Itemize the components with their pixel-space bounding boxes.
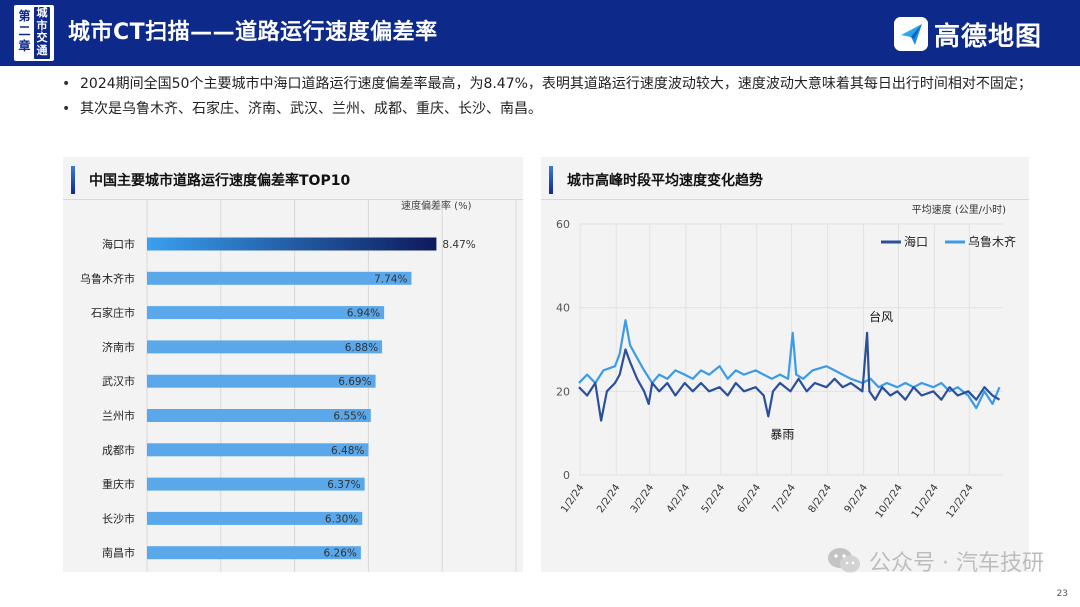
x-tick-label: 5/2/24 <box>700 482 727 515</box>
value-label: 6.94% <box>347 308 380 320</box>
page-number: 23 <box>1056 589 1068 599</box>
x-tick-label: 11/2/24 <box>910 482 941 520</box>
x-tick-label: 12/2/24 <box>945 482 976 520</box>
value-label: 6.55% <box>333 411 366 423</box>
x-tick-label: 1/2/24 <box>559 482 586 515</box>
legend-label: 海口 <box>904 234 928 249</box>
y-axis-label: 平均速度 (公里/小时) <box>912 203 1006 216</box>
category-label: 兰州市 <box>102 409 135 423</box>
category-label: 长沙市 <box>102 511 135 525</box>
y-tick-label: 40 <box>556 302 570 315</box>
bar-chart: 速度偏差率 (%) 海口市 8.47% 乌鲁木齐市 7.74% 石家庄市 6.94% 济南市 6… <box>80 200 517 572</box>
x-tick-label: 8/2/24 <box>807 482 834 515</box>
wechat-icon <box>827 547 861 575</box>
category-label: 济南市 <box>102 340 135 354</box>
value-label: 6.37% <box>327 479 360 491</box>
line-chart-title-text: 城市高峰时段平均速度变化趋势 <box>567 173 763 189</box>
line-chart-title: 城市高峰时段平均速度变化趋势 <box>549 165 763 195</box>
page-title: 城市CT扫描——道路运行速度偏差率 <box>68 20 438 45</box>
y-tick-label: 0 <box>563 469 570 482</box>
logo: 高德地图 <box>893 14 1042 54</box>
x-tick-label: 4/2/24 <box>665 482 692 515</box>
logo-text: 高德地图 <box>933 21 1042 52</box>
x-tick-label: 3/2/24 <box>629 482 656 515</box>
bar <box>147 237 437 251</box>
header: 第二章 城市交通 城市CT扫描——道路运行速度偏差率 高德地图 <box>0 0 1080 66</box>
line-chart: 0 20 40 60 平均速度 (公里/小时) 1/2/24 2/2/24 3/2/24 4/2… <box>556 203 1016 520</box>
category-label: 成都市 <box>102 443 135 457</box>
category-label: 重庆市 <box>102 477 135 491</box>
bar-chart-panel: 中国主要城市道路运行速度偏差率TOP10 速度偏差率 (%) 海口市 8.47% 乌鲁… <box>63 157 523 572</box>
x-tick-label: 2/2/24 <box>595 482 622 515</box>
annotation-label: 暴雨 <box>770 427 794 441</box>
value-label: 6.30% <box>325 513 358 525</box>
x-tick-label: 10/2/24 <box>874 482 905 520</box>
category-label: 乌鲁木齐市 <box>80 271 135 285</box>
chapter-tag: 第二章 城市交通 <box>14 5 54 61</box>
watermark-text: 公众号 · 汽车技研 <box>869 551 1044 576</box>
value-label: 7.74% <box>374 273 407 285</box>
x-tick-label: 9/2/24 <box>843 482 870 515</box>
bar-chart-title-text: 中国主要城市道路运行速度偏差率TOP10 <box>89 173 351 189</box>
value-label: 6.48% <box>331 445 364 457</box>
chapter-label: 第二章 <box>18 9 31 53</box>
category-label: 武汉市 <box>102 374 135 388</box>
title-accent-bar <box>549 166 553 194</box>
category-label: 石家庄市 <box>91 306 135 320</box>
bar-chart-title: 中国主要城市道路运行速度偏差率TOP10 <box>71 165 350 195</box>
bullet-list: 2024期间全国50个主要城市中海口道路运行速度偏差率最高，为8.47%，表明其… <box>60 76 1040 126</box>
line-chart-panel: 城市高峰时段平均速度变化趋势 0 20 40 60 平均速度 (公里/小时) 1/2/24… <box>541 157 1029 572</box>
bullet-item-1: 2024期间全国50个主要城市中海口道路运行速度偏差率最高，为8.47%，表明其… <box>60 76 1040 93</box>
bullet-item-2: 其次是乌鲁木齐、石家庄、济南、武汉、兰州、成都、重庆、长沙、南昌。 <box>60 101 1040 118</box>
watermark: 公众号 · 汽车技研 <box>827 545 1044 577</box>
bar <box>147 271 412 285</box>
x-tick-label: 7/2/24 <box>771 482 798 515</box>
y-tick-label: 20 <box>556 385 570 398</box>
section-label: 城市交通 <box>34 6 50 59</box>
legend-label: 乌鲁木齐 <box>968 234 1016 249</box>
value-axis-label: 速度偏差率 (%) <box>401 200 472 212</box>
category-label: 海口市 <box>102 237 135 251</box>
x-tick-label: 6/2/24 <box>736 482 763 515</box>
value-label: 6.69% <box>338 376 371 388</box>
title-accent-bar <box>71 166 75 194</box>
value-label: 6.26% <box>324 548 357 560</box>
annotation-label: 台风 <box>869 309 893 324</box>
category-label: 南昌市 <box>102 546 135 560</box>
y-tick-label: 60 <box>556 218 570 231</box>
amap-logo-icon <box>893 17 928 51</box>
value-label: 8.47% <box>442 239 475 251</box>
value-label: 6.88% <box>345 342 378 354</box>
